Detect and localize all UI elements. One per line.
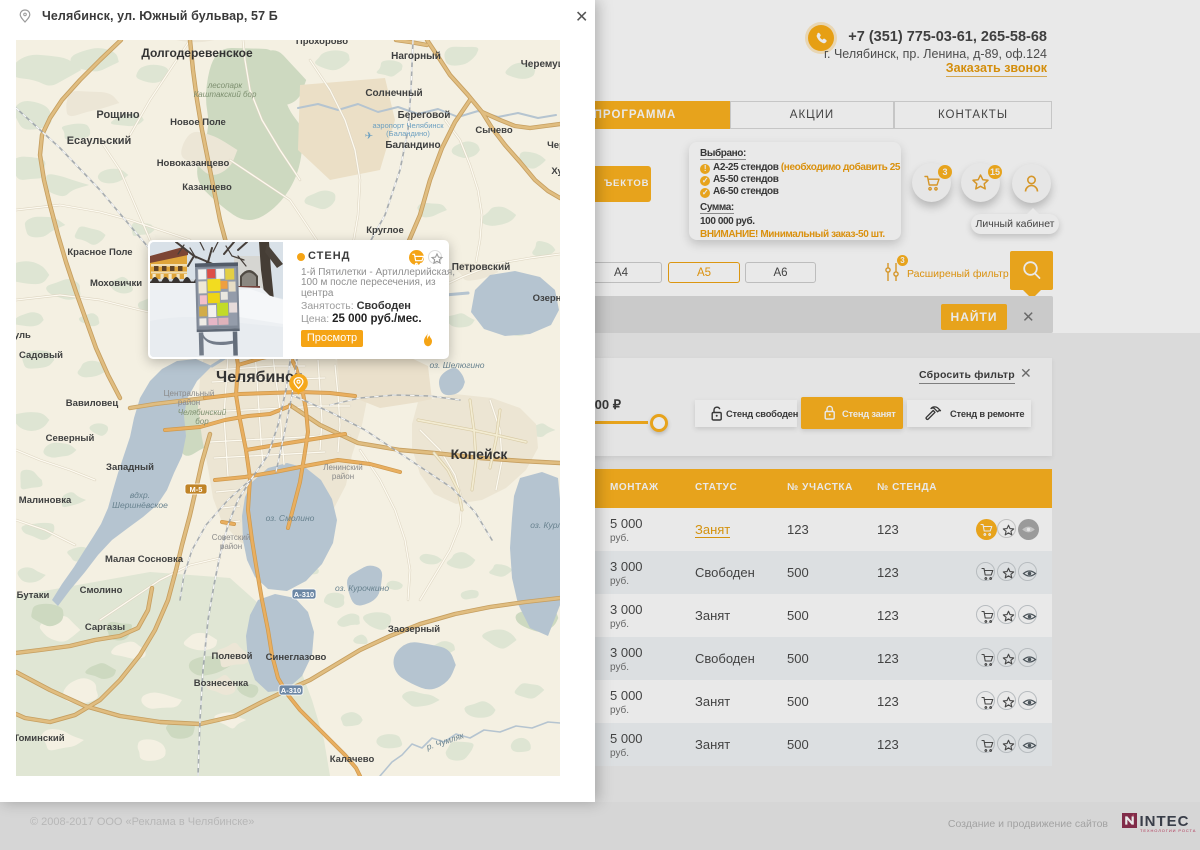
svg-text:Долгодеревенское: Долгодеревенское bbox=[141, 46, 253, 60]
svg-text:Баландино: Баландино bbox=[385, 140, 440, 151]
svg-text:Синеглазово: Синеглазово bbox=[266, 652, 327, 663]
svg-text:Вавиловец: Вавиловец bbox=[66, 398, 119, 409]
svg-text:Челябинский: Челябинский bbox=[178, 408, 227, 417]
svg-text:район: район bbox=[220, 542, 242, 551]
svg-text:Каштакский бор: Каштакский бор bbox=[194, 90, 257, 99]
svg-text:М-5: М-5 bbox=[190, 485, 203, 494]
svg-text:Центральный: Центральный bbox=[164, 389, 215, 398]
svg-text:Северный: Северный bbox=[46, 433, 95, 444]
svg-text:Садовый: Садовый bbox=[19, 350, 63, 361]
svg-text:Шершнёвское: Шершнёвское bbox=[112, 500, 168, 510]
svg-text:район: район bbox=[332, 472, 354, 481]
svg-text:Саргазы: Саргазы bbox=[85, 622, 125, 633]
svg-text:Рощино: Рощино bbox=[96, 109, 139, 121]
svg-text:Круглое: Круглое bbox=[366, 225, 403, 236]
svg-text:вдхр.: вдхр. bbox=[130, 490, 150, 500]
svg-text:куль: куль bbox=[16, 330, 31, 341]
svg-text:Новоказанцево: Новоказанцево bbox=[157, 158, 230, 169]
svg-text:Береговой: Береговой bbox=[398, 110, 451, 121]
svg-text:Новое Поле: Новое Поле bbox=[170, 117, 226, 128]
svg-text:Черемушки: Черемушки bbox=[521, 59, 560, 70]
svg-text:Малая Сосновка: Малая Сосновка bbox=[105, 554, 184, 565]
svg-text:Заозерный: Заозерный bbox=[388, 624, 440, 635]
svg-text:Прохорово: Прохорово bbox=[296, 40, 348, 47]
svg-text:Копейск: Копейск bbox=[451, 446, 509, 462]
svg-text:Сычево: Сычево bbox=[475, 125, 512, 136]
svg-text:лесопарк: лесопарк bbox=[207, 81, 244, 90]
svg-text:оз. Курлады: оз. Курлады bbox=[530, 520, 560, 530]
svg-text:✈: ✈ bbox=[365, 131, 373, 142]
svg-text:Полевой: Полевой bbox=[212, 651, 253, 662]
svg-text:Нагорный: Нагорный bbox=[391, 51, 441, 62]
svg-text:оз. Курочкино: оз. Курочкино bbox=[335, 583, 389, 593]
svg-text:Ленинский: Ленинский bbox=[323, 463, 362, 472]
svg-text:Худ: Худ bbox=[551, 166, 560, 177]
svg-text:А-310: А-310 bbox=[281, 686, 301, 695]
svg-text:Советский: Советский bbox=[212, 533, 251, 542]
svg-text:Моховички: Моховички bbox=[90, 278, 142, 289]
svg-text:Петровский: Петровский bbox=[452, 262, 511, 273]
svg-text:Западный: Западный bbox=[106, 462, 154, 473]
svg-text:Солнечный: Солнечный bbox=[365, 88, 422, 99]
svg-text:(Баландино): (Баландино) bbox=[386, 129, 430, 138]
svg-text:А-310: А-310 bbox=[294, 590, 314, 599]
svg-text:Малиновка: Малиновка bbox=[19, 495, 72, 506]
svg-text:оз. Смолино: оз. Смолино bbox=[266, 513, 315, 523]
svg-text:Томинский: Томинский bbox=[16, 733, 65, 744]
svg-text:Есаульский: Есаульский bbox=[67, 135, 132, 147]
svg-text:Смолино: Смолино bbox=[80, 585, 123, 596]
svg-text:Казанцево: Казанцево bbox=[182, 182, 232, 193]
svg-text:Красное Поле: Красное Поле bbox=[67, 247, 132, 258]
svg-text:Чер: Чер bbox=[547, 140, 560, 151]
svg-text:бор: бор bbox=[195, 417, 209, 426]
svg-text:Озерный: Озерный bbox=[533, 293, 560, 304]
svg-text:район: район bbox=[178, 398, 200, 407]
svg-text:Калачево: Калачево bbox=[330, 754, 375, 765]
svg-text:Бутаки: Бутаки bbox=[17, 590, 50, 601]
svg-text:оз. Шелюгино: оз. Шелюгино bbox=[429, 360, 484, 370]
svg-text:Вознесенка: Вознесенка bbox=[194, 678, 249, 689]
